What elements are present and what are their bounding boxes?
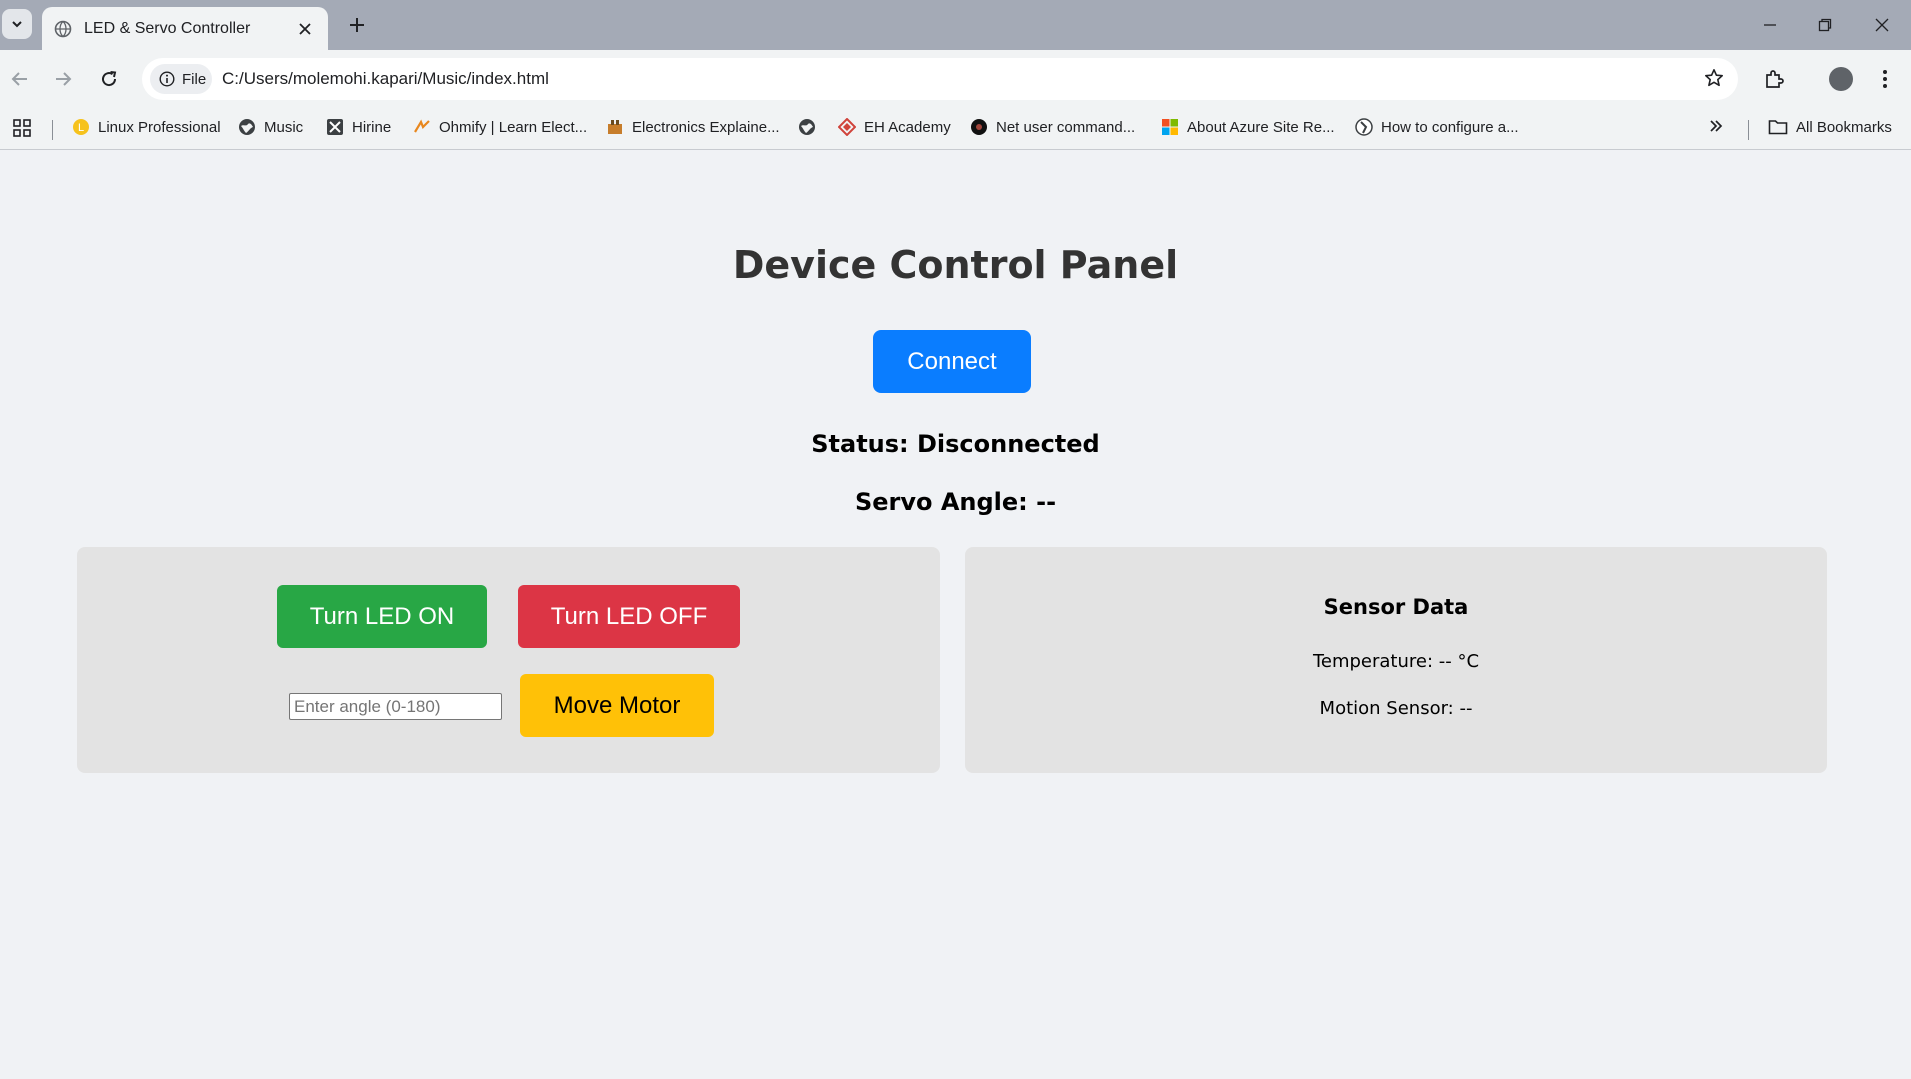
bookmark-ohmify[interactable]: Ohmify | Learn Elect...	[413, 118, 587, 136]
bookmarks-divider	[52, 120, 53, 140]
restore-icon	[1818, 18, 1832, 32]
reload-button[interactable]	[94, 64, 124, 94]
globe-icon	[54, 20, 72, 37]
puzzle-icon	[1766, 70, 1784, 88]
bookmarks-bar: L Linux Professional Music Hirine Ohmify…	[0, 108, 1911, 150]
page-title: Device Control Panel	[732, 243, 1179, 287]
url-text[interactable]: C:/Users/molemohi.kapari/Music/index.htm…	[222, 69, 549, 89]
plus-icon	[350, 18, 364, 32]
bookmark-label: Hirine	[352, 118, 392, 136]
bookmark-star-button[interactable]	[1704, 68, 1724, 93]
net-user-icon	[970, 118, 988, 136]
sensor-panel: Sensor Data Temperature: -- °C Motion Se…	[965, 547, 1827, 773]
servo-angle-readout: Servo Angle: --	[854, 488, 1057, 516]
more-vert-icon	[1883, 70, 1887, 88]
bookmark-label: EH Academy	[864, 118, 951, 136]
motion-sensor-readout: Motion Sensor: --	[1319, 698, 1473, 719]
bookmark-label: Net user command...	[996, 118, 1136, 136]
info-icon	[159, 71, 175, 87]
page-content: Device Control Panel Connect Status: Dis…	[0, 151, 1911, 1079]
chevron-down-icon	[12, 21, 22, 28]
temperature-readout: Temperature: -- °C	[1312, 651, 1480, 672]
led-on-button[interactable]: Turn LED ON	[277, 585, 487, 648]
eh-academy-icon	[838, 118, 856, 136]
ohmify-icon	[413, 118, 431, 136]
restore-button[interactable]	[1805, 10, 1845, 40]
bookmark-how-to-configure[interactable]: How to configure a...	[1355, 118, 1519, 136]
microsoft-icon	[1161, 118, 1179, 136]
bookmark-label: Ohmify | Learn Elect...	[439, 118, 588, 136]
back-button[interactable]	[5, 64, 35, 94]
bookmark-globe[interactable]	[798, 118, 824, 136]
browser-toolbar: File C:/Users/molemohi.kapari/Music/inde…	[0, 50, 1911, 108]
minimize-icon	[1764, 24, 1776, 26]
site-chip-label: File	[182, 70, 207, 88]
bookmark-hirine[interactable]: Hirine	[326, 118, 391, 136]
howto-icon	[1355, 118, 1373, 136]
close-icon	[1875, 18, 1889, 32]
bookmarks-divider	[1748, 120, 1749, 140]
bookmark-electronics-explained[interactable]: Electronics Explaine...	[606, 118, 780, 136]
controls-panel: Turn LED ON Turn LED OFF Move Motor	[77, 547, 940, 773]
arrow-left-icon	[11, 72, 27, 86]
arrow-right-icon	[56, 72, 72, 86]
tab-search-button[interactable]	[2, 9, 32, 39]
bookmark-azure-site-recovery[interactable]: About Azure Site Re...	[1161, 118, 1335, 136]
bookmark-net-user[interactable]: Net user command...	[970, 118, 1135, 136]
all-bookmarks-label: All Bookmarks	[1796, 118, 1892, 136]
bookmark-label: How to configure a...	[1381, 118, 1519, 136]
tab-strip: LED & Servo Controller	[0, 0, 1911, 50]
minimize-button[interactable]	[1750, 10, 1790, 40]
folder-icon	[1768, 120, 1788, 135]
bookmark-label: Electronics Explaine...	[632, 118, 780, 136]
bookmark-label: Music	[264, 118, 304, 136]
extensions-button[interactable]	[1759, 64, 1789, 94]
hirine-icon	[326, 118, 344, 136]
sensor-title: Sensor Data	[1323, 595, 1469, 619]
address-bar[interactable]: File C:/Users/molemohi.kapari/Music/inde…	[142, 58, 1738, 100]
bookmark-linux-professional[interactable]: L Linux Professional	[72, 118, 221, 136]
bookmark-music[interactable]: Music	[238, 118, 303, 136]
bookmark-label: Linux Professional	[98, 118, 221, 136]
new-tab-button[interactable]	[344, 12, 370, 38]
tab-title: LED & Servo Controller	[84, 19, 251, 37]
close-window-button[interactable]	[1862, 10, 1902, 40]
move-motor-button[interactable]: Move Motor	[520, 674, 714, 737]
apps-grid-icon	[13, 119, 31, 137]
star-icon	[1705, 69, 1723, 87]
electronics-icon	[606, 118, 624, 136]
globe-icon	[798, 118, 816, 136]
forward-button[interactable]	[48, 64, 78, 94]
double-chevron-right-icon	[1710, 120, 1723, 132]
browser-menu-button[interactable]	[1870, 64, 1900, 94]
angle-input[interactable]	[289, 693, 502, 720]
connect-button[interactable]: Connect	[873, 330, 1031, 393]
bookmark-label: About Azure Site Re...	[1187, 118, 1335, 136]
bookmark-eh-academy[interactable]: EH Academy	[838, 118, 951, 136]
more-bookmarks-button[interactable]	[1708, 118, 1724, 134]
connection-status: Status: Disconnected	[811, 430, 1100, 458]
lpi-icon: L	[72, 118, 90, 136]
globe-icon	[238, 118, 256, 136]
apps-button[interactable]	[12, 118, 32, 138]
close-icon	[299, 22, 311, 35]
tab-close-button[interactable]	[294, 18, 316, 40]
browser-tab[interactable]: LED & Servo Controller	[42, 7, 328, 50]
svg-text:L: L	[78, 122, 84, 134]
reload-icon	[102, 71, 117, 87]
all-bookmarks-button[interactable]: All Bookmarks	[1768, 118, 1892, 136]
avatar	[1829, 67, 1853, 91]
site-info-chip[interactable]: File	[150, 64, 212, 94]
profile-button[interactable]	[1826, 64, 1856, 94]
led-off-button[interactable]: Turn LED OFF	[518, 585, 740, 648]
